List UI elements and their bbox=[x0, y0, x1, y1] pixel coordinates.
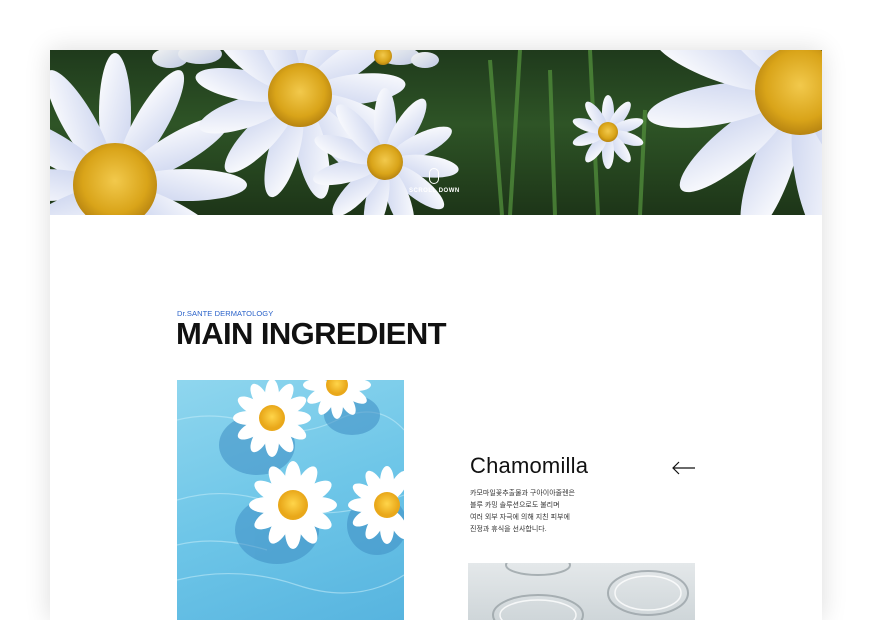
page-card: SCROLL DOWN Dr.SANTE DERMATOLOGY MAIN IN… bbox=[50, 50, 822, 620]
ingredient-name: Chamomilla bbox=[470, 453, 589, 478]
prev-ingredient-button[interactable] bbox=[672, 461, 696, 475]
scroll-down-indicator[interactable]: SCROLL DOWN bbox=[409, 168, 459, 194]
description-line: 여러 외부 자극에 의해 지친 피부에 bbox=[470, 514, 570, 521]
description-line: 블루 카밍 솔루션으로도 불리며 bbox=[470, 502, 560, 509]
hero-banner: SCROLL DOWN bbox=[50, 50, 822, 215]
arrow-left-icon bbox=[672, 461, 695, 475]
section-title: MAIN INGREDIENT bbox=[176, 316, 447, 351]
petri-dish-image bbox=[468, 563, 695, 620]
description-line: 카모마일꽃추출물과 구아이아줄렌은 bbox=[470, 490, 575, 497]
mouse-icon bbox=[429, 168, 439, 184]
scroll-down-label: SCROLL DOWN bbox=[409, 188, 460, 194]
chamomile-water-image bbox=[177, 380, 404, 620]
ingredient-description: 카모마일꽃추출물과 구아이아줄렌은 블루 카밍 솔루션으로도 불리며 여러 외부… bbox=[470, 488, 640, 536]
description-line: 진정과 휴식을 선사합니다. bbox=[470, 526, 547, 533]
